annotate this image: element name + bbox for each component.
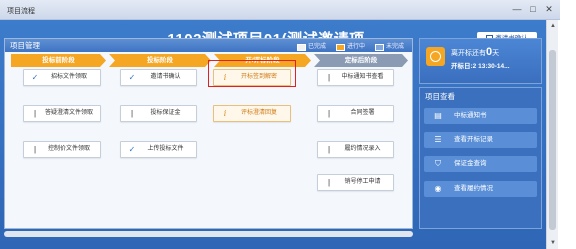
window-title: 项目流程 <box>7 8 35 15</box>
side-button-1[interactable]: ▤ 中标通知书 <box>424 108 537 124</box>
check-icon: ✓ <box>128 145 136 154</box>
pending-icon: | <box>33 109 37 118</box>
pending-icon: | <box>327 145 331 154</box>
task-1-3[interactable]: | 控制价文件领取 <box>23 141 101 158</box>
task-label: 销号停工申请 <box>344 179 381 185</box>
scroll-up-icon[interactable]: ▲ <box>548 21 558 31</box>
pending-icon: | <box>130 109 134 118</box>
task-label: 履约情况录入 <box>344 146 381 152</box>
opening-time-value: 2 13:30-14... <box>472 63 510 70</box>
check-icon: ✓ <box>31 73 39 82</box>
legend-todo-label: 未完成 <box>385 44 404 50</box>
legend-done-swatch <box>296 44 306 51</box>
maximize-icon[interactable]: □ <box>526 3 540 15</box>
pending-icon: | <box>327 109 331 118</box>
task-label: 招标文件领取 <box>50 74 87 80</box>
side-button-label: 查看开标记录 <box>454 136 493 143</box>
stage-1: 投标前阶段 <box>11 54 106 67</box>
side-button-3[interactable]: ⛉ 保证金查询 <box>424 156 537 172</box>
selection-highlight <box>208 60 296 87</box>
legend-active: 进行中 <box>335 41 365 54</box>
task-3-2[interactable]: i 评标澄清回复 <box>213 105 291 122</box>
horizontal-scrollbar[interactable] <box>4 231 413 237</box>
scroll-down-icon[interactable]: ▼ <box>548 238 558 248</box>
task-label: 评标澄清回复 <box>240 110 277 116</box>
shield-icon: ⛉ <box>435 159 441 168</box>
window-titlebar: 项目流程 — □ ✕ <box>0 0 560 20</box>
legend-done-label: 已完成 <box>307 44 326 50</box>
close-icon[interactable]: ✕ <box>542 3 556 15</box>
side-button-label: 查看履约情况 <box>454 185 493 192</box>
project-management-panel: 项目管理 已完成 进行中 未完成 投标前阶段 投标阶段 开/评标阶段 定标后阶段 ✓ 招… <box>4 38 413 229</box>
opening-time-label: 开标日: <box>451 63 473 70</box>
eye-icon: ◉ <box>434 184 442 193</box>
minimize-icon[interactable]: — <box>510 3 524 15</box>
side-button-label: 中标通知书 <box>454 112 487 119</box>
stage-2: 投标阶段 <box>109 54 211 67</box>
task-2-2[interactable]: | 投标保证金 <box>120 105 197 122</box>
document-icon: ▤ <box>434 111 442 120</box>
pending-icon: | <box>33 145 37 154</box>
panel-header: 项目管理 已完成 进行中 未完成 <box>5 39 412 52</box>
countdown-text: 离开标还有0天 <box>451 46 499 58</box>
side-panel-title: 项目查看 <box>425 92 455 101</box>
countdown-box: 离开标还有0天 开标日:2 13:30-14... <box>419 38 542 84</box>
task-4-4[interactable]: | 销号停工申请 <box>317 174 394 191</box>
task-label: 答疑澄清文件领取 <box>44 110 93 116</box>
side-button-4[interactable]: ◉ 查看履约情况 <box>424 181 537 197</box>
task-label: 投标保证金 <box>150 110 181 116</box>
side-button-2[interactable]: ☰ 查看开标记录 <box>424 132 537 148</box>
scroll-thumb[interactable] <box>549 50 556 230</box>
list-icon: ☰ <box>434 135 442 144</box>
pending-icon: | <box>327 178 331 187</box>
task-label: 上传投标文件 <box>147 146 184 152</box>
task-2-1[interactable]: ✓ 邀请书确认 <box>120 69 197 86</box>
opening-time: 开标日:2 13:30-14... <box>451 60 510 70</box>
task-1-2[interactable]: | 答疑澄清文件领取 <box>23 105 101 122</box>
task-label: 中标通知书查看 <box>341 74 384 80</box>
info-icon: i <box>223 109 227 118</box>
panel-title: 项目管理 <box>10 41 40 50</box>
countdown-suffix: 天 <box>492 50 500 57</box>
task-2-3[interactable]: ✓ 上传投标文件 <box>120 141 197 158</box>
task-label: 控制价文件领取 <box>47 146 90 152</box>
side-button-label: 保证金查询 <box>454 160 487 167</box>
legend-active-label: 进行中 <box>346 44 365 50</box>
countdown-prefix: 离开标还有 <box>451 50 486 57</box>
alarm-clock-icon <box>426 47 445 66</box>
check-icon: ✓ <box>128 73 136 82</box>
legend-active-swatch <box>335 44 345 51</box>
legend-todo: 未完成 <box>374 41 404 54</box>
stage-4: 定标后阶段 <box>314 54 408 67</box>
task-4-1[interactable]: | 中标通知书查看 <box>317 69 394 86</box>
project-view-panel: 项目查看 ▤ 中标通知书 ☰ 查看开标记录 ⛉ 保证金查询 ◉ 查看履约情况 <box>419 87 542 229</box>
task-4-2[interactable]: | 合同签署 <box>317 105 394 122</box>
task-1-1[interactable]: ✓ 招标文件领取 <box>23 69 101 86</box>
task-label: 合同签署 <box>350 110 375 116</box>
vertical-scrollbar[interactable]: ▲ ▼ <box>546 20 558 249</box>
pending-icon: | <box>327 73 331 82</box>
task-label: 邀请书确认 <box>150 74 181 80</box>
legend-done: 已完成 <box>296 41 326 54</box>
status-legend: 已完成 进行中 未完成 <box>296 41 404 54</box>
task-4-3[interactable]: | 履约情况录入 <box>317 141 394 158</box>
legend-todo-swatch <box>374 44 384 51</box>
